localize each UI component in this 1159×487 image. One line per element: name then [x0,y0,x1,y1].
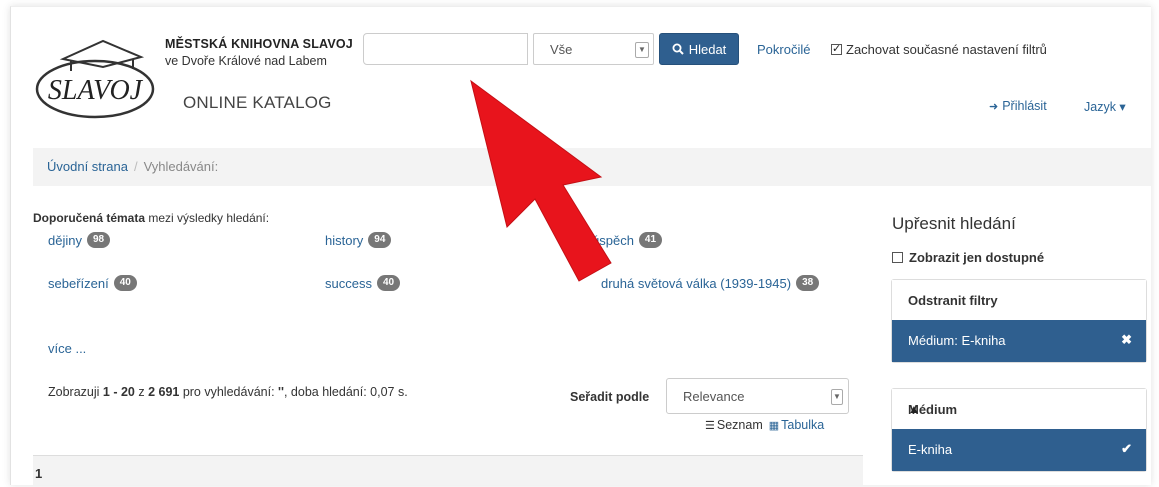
topics-title-bold: Doporučená témata [33,211,146,225]
active-filter-item[interactable]: Médium: E-kniha ✖ [892,320,1146,362]
red-arrow-annotation [470,79,612,282]
language-dropdown[interactable]: Jazyk ▾ [1084,99,1126,114]
results-range: 1 - 20 [102,385,135,399]
search-type-select[interactable]: Vše ▼ [533,33,654,65]
view-list-label: Seznam [716,418,763,432]
topic-label: history [325,232,364,248]
results-of: z [134,385,149,399]
search-input[interactable] [363,33,528,65]
results-summary: Zobrazuji 1 - 20 z 2 691 pro vyhledávání… [48,383,428,401]
view-table-label: Tabulka [781,418,825,432]
sort-label: Seřadit podle [570,390,650,404]
breadcrumb-home[interactable]: Úvodní strana [47,159,128,174]
facet-item-ebook[interactable]: E-kniha ✔ [892,429,1146,471]
topic-count-badge: 94 [368,232,392,248]
sort-select[interactable]: Relevance ▼ [666,378,849,414]
keep-filters-checkbox[interactable] [831,42,842,55]
topic-link[interactable]: history 94 [325,232,392,248]
keep-filters-toggle[interactable]: Zachovat současné nastavení filtrů [831,42,1047,57]
view-list-link[interactable]: ☰ Seznam [705,418,763,432]
login-label: Přihlásit [1002,99,1047,113]
sign-in-icon: ➜ [989,100,999,113]
breadcrumb-separator: / [133,159,138,174]
catalog-title: ONLINE KATALOG [183,93,332,112]
login-link[interactable]: ➜ Přihlásit [989,99,1047,113]
only-available-checkbox[interactable] [892,252,903,263]
results-total: 2 691 [148,385,180,399]
more-topics-link[interactable]: více ... [48,341,86,356]
topics-title: Doporučená témata mezi výsledky hledání: [33,211,269,225]
logo-text: SLAVOJ [48,75,144,106]
check-icon: ✔ [1121,441,1132,456]
topic-link[interactable]: dějiny 98 [48,232,111,248]
facet-item-label: E-kniha [908,442,953,457]
search-button-label: Hledat [688,41,727,57]
topic-count-badge: 41 [638,232,663,248]
results-prefix: Zobrazuji [48,385,103,399]
chevron-down-icon: ▼ [635,42,649,58]
topic-link[interactable]: sebeřízení 40 [48,275,137,291]
topic-label: dějiny [48,232,82,248]
refine-title: Upřesnit hledání [892,214,1016,233]
topic-label: success [325,275,372,291]
medium-facet-header[interactable]: Médium ▲ [892,389,1146,429]
results-page-bar: 1 [33,455,863,485]
topic-label: sebeřízení [48,275,109,291]
page-number: 1 [35,466,43,481]
results-time: , doba hledání: 0,07 s. [283,385,408,399]
library-subtitle: ve Dvoře Králové nad Labem [165,54,327,68]
medium-facet-panel: Médium ▲ E-kniha ✔ [891,388,1147,472]
topic-count-badge: 98 [86,232,111,248]
collapse-icon[interactable]: ▲ [908,402,1130,416]
view-switch: ☰ Seznam ▦ Tabulka [705,418,824,432]
topic-link[interactable]: druhá světová válka (1939-1945) 38 [601,275,820,291]
chevron-down-icon: ▼ [831,389,843,405]
list-icon: ☰ [705,420,715,432]
library-name: MĚSTSKÁ KNIHOVNA SLAVOJ [165,37,353,51]
breadcrumb-current: Vyhledávání: [143,159,219,174]
remove-filters-panel: Odstranit filtry Médium: E-kniha ✖ [891,279,1147,363]
topic-count-badge: 38 [796,275,820,291]
active-filter-label: Médium: E-kniha [908,333,1006,348]
keep-filters-label: Zachovat současné nastavení filtrů [846,42,1047,57]
close-icon[interactable]: ✖ [1121,332,1132,348]
topic-link[interactable]: success 40 [325,275,401,291]
only-available-toggle[interactable]: Zobrazit jen dostupné [892,250,1044,265]
remove-filters-title: Odstranit filtry [908,293,998,308]
search-icon [672,43,684,55]
topic-count-badge: 40 [376,275,401,291]
search-button[interactable]: Hledat [659,33,739,65]
view-table-link[interactable]: ▦ Tabulka [769,418,825,432]
sort-value: Relevance [683,389,745,404]
advanced-search-link[interactable]: Pokročilé [757,42,810,57]
results-query-text: pro vyhledávání: [179,385,279,399]
only-available-label: Zobrazit jen dostupné [909,250,1045,265]
topic-count-badge: 40 [113,275,137,291]
library-logo[interactable]: SLAVOJ [33,37,157,123]
remove-filters-header: Odstranit filtry [892,280,1146,320]
page-frame: SLAVOJ MĚSTSKÁ KNIHOVNA SLAVOJ ve Dvoře … [10,6,1151,485]
topic-label: druhá světová válka (1939-1945) [601,275,792,291]
search-type-value: Vše [550,42,573,57]
topics-title-rest: mezi výsledky hledání: [145,211,270,225]
table-icon: ▦ [768,420,780,432]
